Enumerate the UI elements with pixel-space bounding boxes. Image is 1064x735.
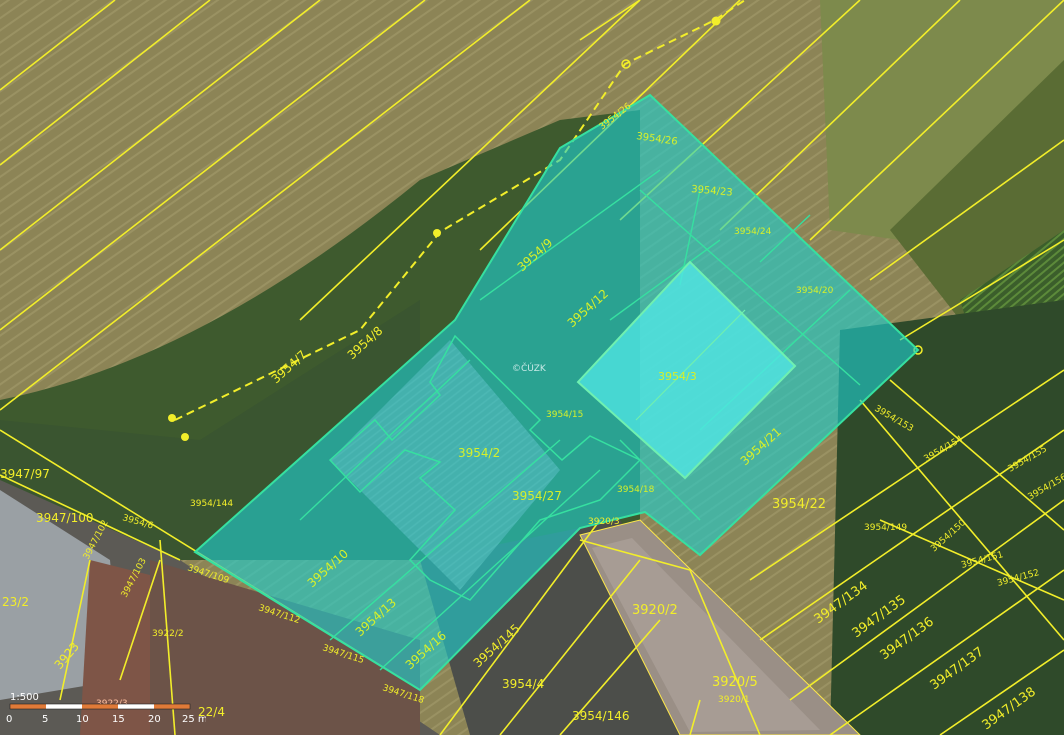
parcel-label: 23/2 — [2, 595, 29, 609]
scale-segments — [9, 703, 191, 710]
parcel-label: 3954/27 — [512, 489, 562, 503]
scale-ratio: 1:500 — [10, 692, 39, 703]
scale-tick: 10 — [76, 714, 89, 725]
parcel-label: 3920/1 — [718, 695, 750, 705]
cadastral-map[interactable]: 3954/26 3954/23 3954/24 3954/20 3954/9 3… — [0, 0, 1064, 735]
watermark: ©ČÚZK — [512, 362, 547, 374]
parcel-label: 3920/2 — [632, 603, 678, 618]
parcel-label: 3954/144 — [190, 499, 233, 509]
parcel-label: 3954/15 — [546, 410, 583, 420]
parcel-label: 3954/2 — [458, 446, 500, 460]
scale-tick: 20 — [148, 714, 161, 725]
scale-tick: 5 — [42, 714, 48, 725]
parcel-label: 3954/18 — [617, 485, 655, 495]
parcel-label: 3920/3 — [588, 517, 620, 527]
parcel-label: 3954/4 — [502, 677, 544, 691]
parcel-label: 3954/20 — [796, 286, 834, 296]
scale-tick: 0 — [6, 714, 12, 725]
parcel-label: 3947/97 — [0, 467, 50, 481]
parcel-label: 3922/2 — [152, 629, 184, 639]
parcel-label: 3954/149 — [864, 523, 907, 533]
scale-ticks: 0 5 10 15 20 25 m — [6, 714, 206, 725]
scale-tick: 25 m — [182, 714, 206, 725]
parcel-label: 3954/146 — [572, 709, 630, 723]
scale-tick: 15 — [112, 714, 125, 725]
parcel-label: 3954/3 — [658, 370, 697, 383]
parcel-label: 3947/100 — [36, 511, 94, 525]
parcel-label: 3954/24 — [734, 227, 772, 237]
scale-bar: 1:500 0 5 10 15 20 25 m — [6, 692, 206, 725]
parcel-label: 3954/22 — [772, 497, 826, 512]
parcel-label: 3920/5 — [712, 675, 758, 690]
